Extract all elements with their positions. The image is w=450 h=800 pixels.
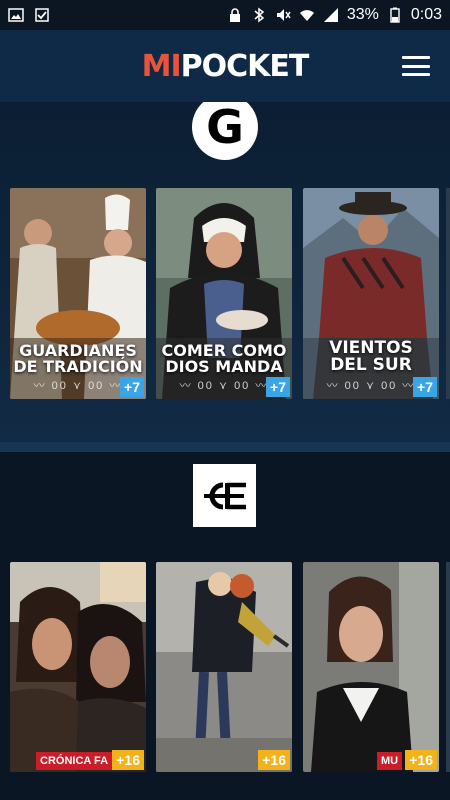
task-check-icon <box>35 8 49 22</box>
show-title-tag: CRÓNICA FA <box>36 752 113 770</box>
content-scroll[interactable]: G GUARDIANES DE TRADICIÓN 〰 00 ⋎ 00 〰 +7 <box>0 102 450 800</box>
show-card-cronica-fa[interactable]: CRÓNICA FA +16 <box>10 562 146 772</box>
show-title-tag: MU <box>377 752 403 770</box>
signal-icon <box>323 8 338 22</box>
age-badge: +7 <box>266 377 290 397</box>
show-card-embrace[interactable]: +16 <box>156 562 292 772</box>
card-title: GUARDIANES DE TRADICIÓN <box>13 341 143 376</box>
lock-icon <box>229 8 240 22</box>
next-card-peek <box>446 188 450 399</box>
show-card-comer-como-dios-manda[interactable]: COMER COMO DIOS MANDA 〰 00 ⋎ 00 〰 +7 <box>156 188 292 399</box>
clock: 0:03 <box>410 6 442 23</box>
logo-mi: MI <box>141 48 182 84</box>
age-badge: +7 <box>120 377 144 397</box>
logo-pocket: POCKET <box>180 48 310 84</box>
age-badge: +16 <box>405 750 437 770</box>
card-image <box>10 562 146 772</box>
show-card-vientos-del-sur[interactable]: VIENTOS DEL SUR 〰 00 ⋎ 00 〰 +7 <box>303 188 439 399</box>
show-card-guardianes[interactable]: GUARDIANES DE TRADICIÓN 〰 00 ⋎ 00 〰 +7 <box>10 188 146 399</box>
card-image <box>303 562 439 772</box>
channel-logo-g[interactable]: G <box>192 102 258 160</box>
status-bar: 33% 0:03 <box>0 0 450 30</box>
card-title: COMER COMO DIOS MANDA <box>161 341 287 376</box>
next-card-peek <box>446 562 450 772</box>
age-badge: +16 <box>258 750 290 770</box>
age-badge: +7 <box>413 377 437 397</box>
image-icon <box>8 8 24 22</box>
section-divider <box>0 442 450 452</box>
age-badge: +16 <box>112 750 144 770</box>
wifi-icon <box>299 10 314 21</box>
channel-section-2: CRÓNICA FA +16 +16 MU +16 <box>0 452 450 800</box>
channel-section-1: G GUARDIANES DE TRADICIÓN 〰 00 ⋎ 00 〰 +7 <box>0 102 450 442</box>
channel-logo-letter: G <box>206 102 244 154</box>
app-logo[interactable]: MIPOCKET <box>141 48 310 84</box>
mute-icon <box>276 9 291 21</box>
channel-logo-oe[interactable] <box>193 464 256 527</box>
app-header: MIPOCKET <box>0 30 450 102</box>
card-title: VIENTOS DEL SUR <box>329 338 413 375</box>
battery-icon <box>390 7 400 23</box>
hamburger-menu-icon[interactable] <box>402 56 430 76</box>
bluetooth-icon <box>254 7 265 23</box>
battery-percent: 33% <box>346 6 379 23</box>
show-card-mu[interactable]: MU +16 <box>303 562 439 772</box>
card-image <box>156 562 292 772</box>
oe-logo-icon <box>203 482 246 509</box>
